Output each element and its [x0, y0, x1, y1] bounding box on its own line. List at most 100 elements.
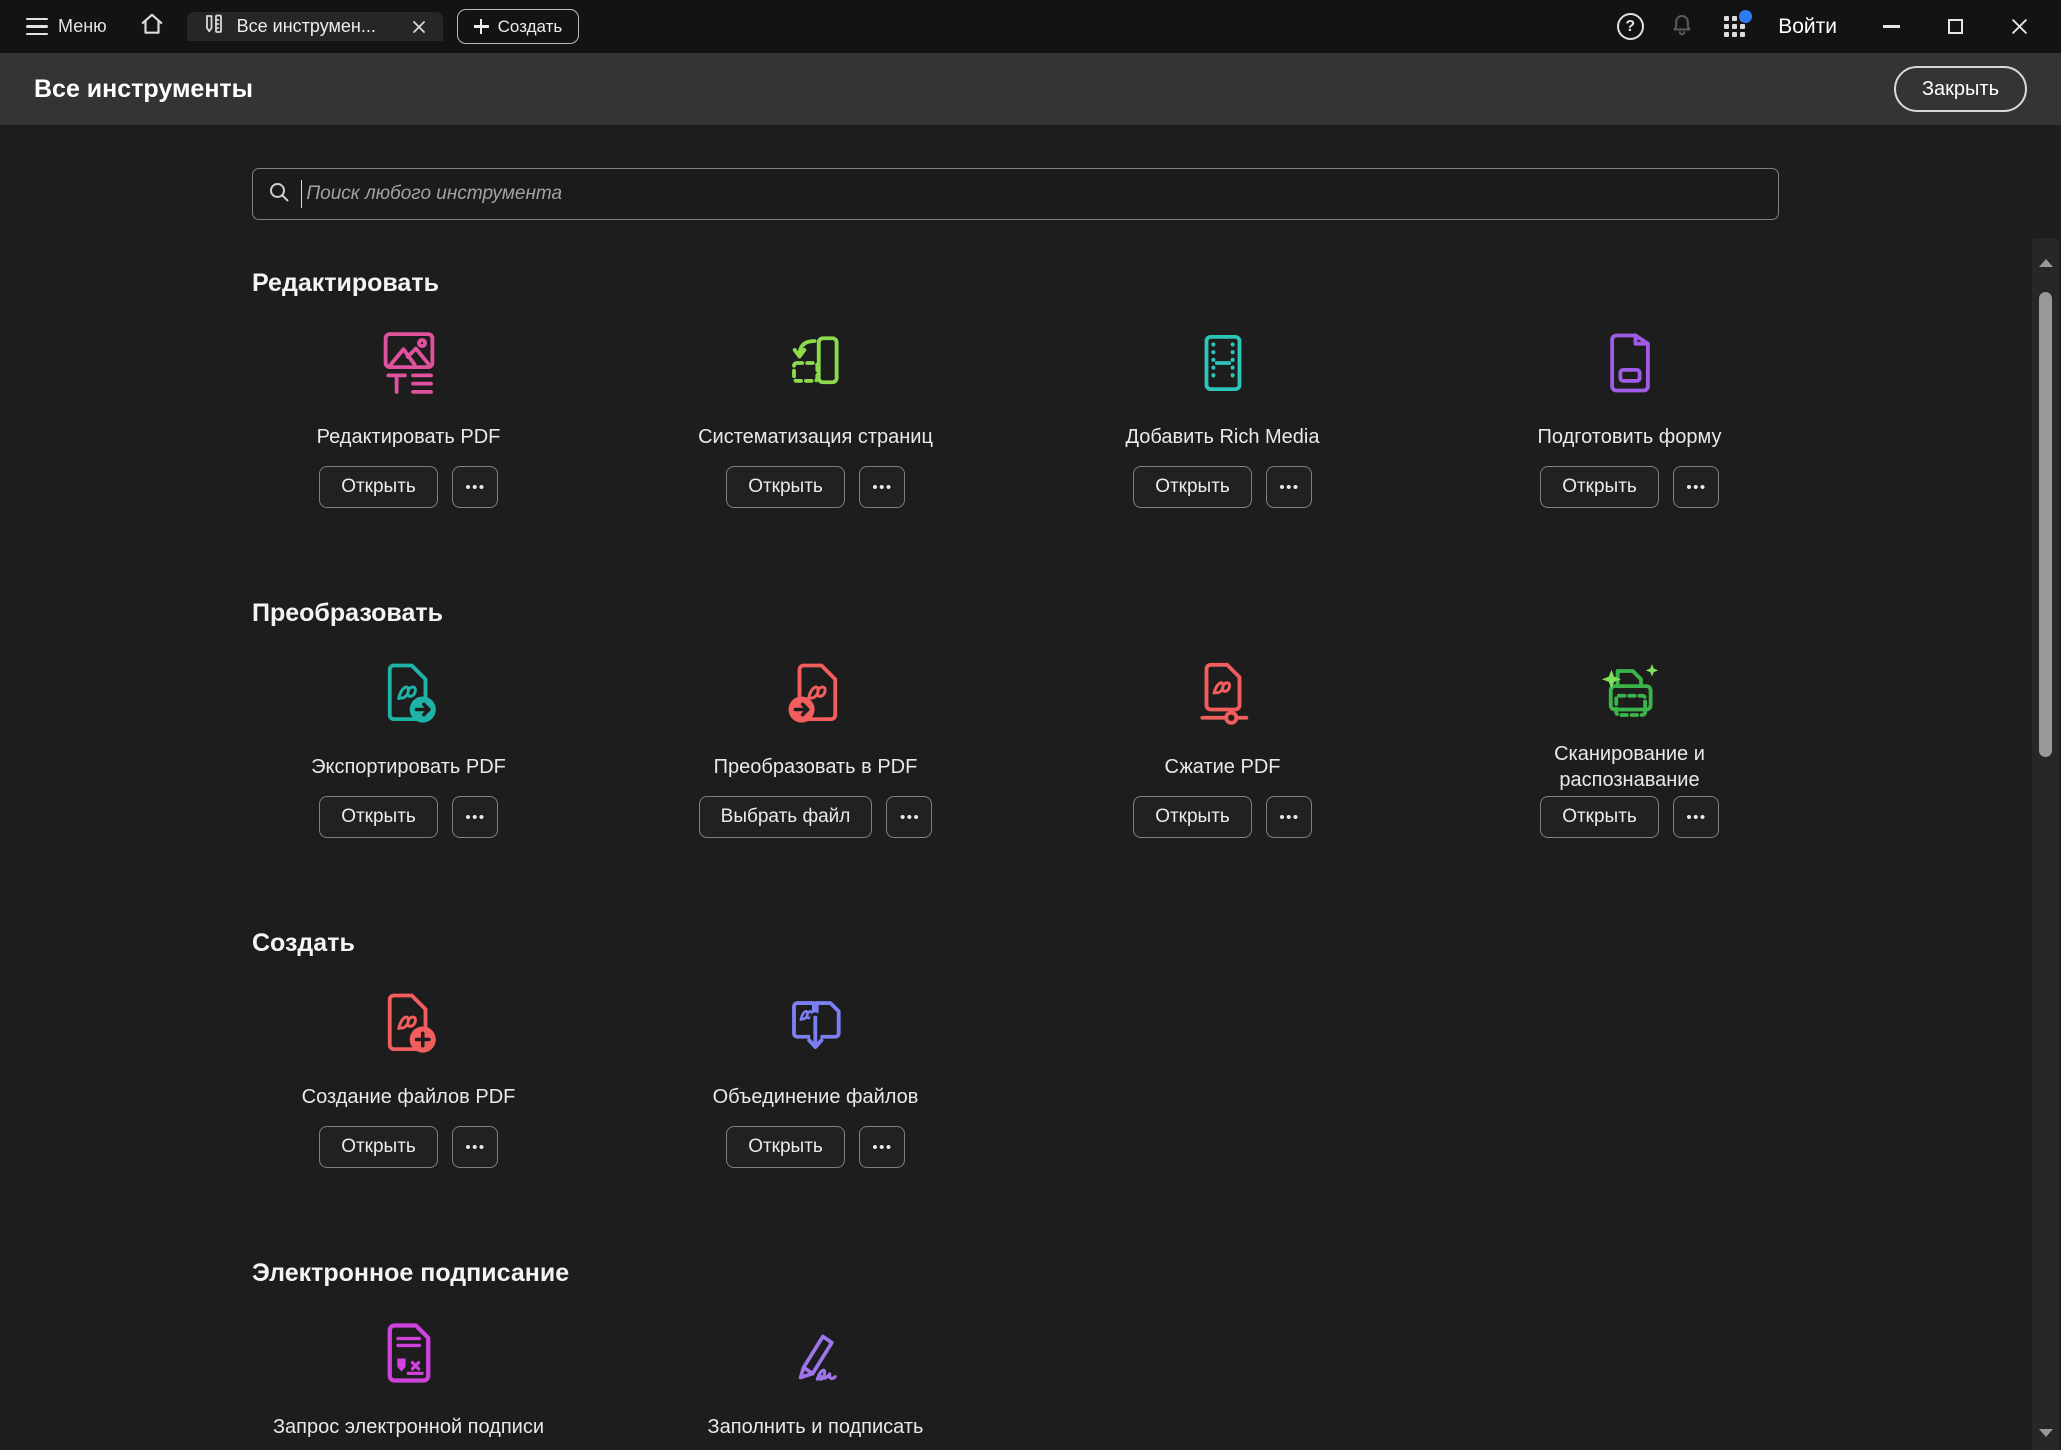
section-title: Редактировать	[252, 268, 2061, 298]
tool-label: Преобразовать в PDF	[714, 754, 918, 780]
tool-label: Систематизация страниц	[698, 424, 933, 450]
open-button[interactable]: Открыть	[1133, 466, 1252, 508]
maximize-button[interactable]	[1927, 0, 1983, 53]
tool-card-convert-to-pdf: Преобразовать в PDF Выбрать файл •••	[612, 648, 1019, 838]
tool-label: Сканирование и распознавание	[1494, 741, 1766, 793]
prepare-form-icon	[1597, 318, 1663, 408]
tool-card-compress-pdf: Сжатие PDF Открыть •••	[1019, 648, 1426, 838]
close-icon	[412, 20, 426, 34]
section-esign: Электронное подписание Запрос электронно…	[205, 1258, 2061, 1450]
tool-label: Заполнить и подписать	[708, 1414, 924, 1440]
text-caret	[301, 180, 302, 208]
tab-all-tools[interactable]: Все инструмен...	[187, 12, 443, 41]
tab-title: Все инструмен...	[237, 16, 395, 37]
edit-pdf-icon	[376, 318, 442, 408]
tool-label: Экспортировать PDF	[311, 754, 506, 780]
home-icon	[139, 11, 165, 42]
open-button[interactable]: Открыть	[319, 1126, 438, 1168]
tool-card-edit-pdf: Редактировать PDF Открыть •••	[205, 318, 612, 508]
minimize-button[interactable]	[1863, 0, 1919, 53]
close-window-button[interactable]	[1991, 0, 2047, 53]
down-arrow-icon	[2039, 1429, 2053, 1437]
open-button[interactable]: Открыть	[1133, 796, 1252, 838]
notifications-button[interactable]	[1660, 5, 1704, 49]
sign-in-button[interactable]: Войти	[1764, 15, 1855, 39]
up-arrow-icon	[2039, 259, 2053, 267]
tool-card-scan-ocr: Сканирование и распознавание Открыть •••	[1426, 648, 1833, 838]
hamburger-icon	[26, 18, 48, 36]
help-button[interactable]: ?	[1608, 5, 1652, 49]
tool-label: Редактировать PDF	[317, 424, 501, 450]
search-input[interactable]	[306, 183, 1764, 205]
tool-label: Объединение файлов	[713, 1084, 919, 1110]
close-window-icon	[2011, 18, 2028, 35]
section-title: Преобразовать	[252, 598, 2061, 628]
more-options-button[interactable]: •••	[452, 1126, 498, 1168]
more-options-button[interactable]: •••	[1266, 466, 1312, 508]
section-title: Электронное подписание	[252, 1258, 2061, 1288]
more-options-button[interactable]: •••	[859, 1126, 905, 1168]
create-label: Создать	[498, 17, 563, 37]
section-convert: Преобразовать Экспортировать PDF Открыть…	[205, 598, 2061, 838]
page-title: Все инструменты	[34, 75, 253, 104]
search-icon	[267, 180, 291, 209]
more-options-button[interactable]: •••	[1673, 466, 1719, 508]
tool-card-organize-pages: Систематизация страниц Открыть •••	[612, 318, 1019, 508]
tool-label: Запрос электронной подписи	[273, 1414, 544, 1440]
tool-card-create-pdf: Создание файлов PDF Открыть •••	[205, 978, 612, 1168]
open-button[interactable]: Открыть	[319, 466, 438, 508]
tool-card-request-signatures: Запрос электронной подписи Открыть •••	[205, 1308, 612, 1450]
bell-icon	[1669, 11, 1695, 42]
combine-files-icon	[783, 978, 849, 1068]
request-signatures-icon	[376, 1308, 442, 1398]
tool-label: Подготовить форму	[1538, 424, 1722, 450]
more-options-button[interactable]: •••	[452, 466, 498, 508]
tools-header: Все инструменты Закрыть	[0, 53, 2061, 125]
more-options-button[interactable]: •••	[452, 796, 498, 838]
organize-pages-icon	[783, 318, 849, 408]
apps-button[interactable]	[1712, 5, 1756, 49]
plus-icon	[474, 19, 489, 34]
all-tools-content: Редактировать Редактировать PDF Открыть	[0, 168, 2061, 1450]
open-button[interactable]: Открыть	[726, 1126, 845, 1168]
export-pdf-icon	[376, 648, 442, 738]
home-button[interactable]	[125, 0, 179, 53]
section-edit: Редактировать Редактировать PDF Открыть	[205, 268, 2061, 508]
minimize-icon	[1883, 25, 1900, 27]
open-button[interactable]: Открыть	[1540, 796, 1659, 838]
section-create: Создать Создание файлов PDF Открыть •••	[205, 928, 2061, 1168]
search-box[interactable]	[252, 168, 1779, 220]
more-options-button[interactable]: •••	[1266, 796, 1312, 838]
scrollbar-thumb[interactable]	[2039, 292, 2052, 757]
tool-card-prepare-form: Подготовить форму Открыть •••	[1426, 318, 1833, 508]
notification-dot	[1739, 10, 1752, 23]
scrollbar-down-button[interactable]	[2032, 1422, 2059, 1444]
scrollbar[interactable]	[2032, 238, 2059, 1450]
tab-close-button[interactable]	[407, 15, 431, 39]
tool-label: Добавить Rich Media	[1126, 424, 1320, 450]
titlebar: Меню Все инструмен... Создать ?	[0, 0, 2061, 53]
tool-label: Создание файлов PDF	[302, 1084, 516, 1110]
menu-button[interactable]: Меню	[0, 0, 125, 53]
scrollbar-up-button[interactable]	[2032, 252, 2059, 274]
compress-pdf-icon	[1190, 648, 1256, 738]
maximize-icon	[1948, 19, 1963, 34]
scan-ocr-icon	[1597, 648, 1663, 738]
more-options-button[interactable]: •••	[886, 796, 932, 838]
close-tools-button[interactable]: Закрыть	[1894, 66, 2027, 112]
more-options-button[interactable]: •••	[859, 466, 905, 508]
create-pdf-icon	[376, 978, 442, 1068]
tool-label: Сжатие PDF	[1165, 754, 1281, 780]
open-button[interactable]: Открыть	[726, 466, 845, 508]
create-tab-button[interactable]: Создать	[457, 9, 580, 44]
help-icon: ?	[1617, 13, 1644, 40]
more-options-button[interactable]: •••	[1673, 796, 1719, 838]
open-button[interactable]: Открыть	[1540, 466, 1659, 508]
tool-card-fill-sign: Заполнить и подписать Открыть •••	[612, 1308, 1019, 1450]
tools-tab-icon	[203, 12, 225, 41]
open-button[interactable]: Открыть	[319, 796, 438, 838]
rich-media-icon	[1190, 318, 1256, 408]
tool-card-export-pdf: Экспортировать PDF Открыть •••	[205, 648, 612, 838]
convert-to-pdf-icon	[783, 648, 849, 738]
select-file-button[interactable]: Выбрать файл	[699, 796, 873, 838]
